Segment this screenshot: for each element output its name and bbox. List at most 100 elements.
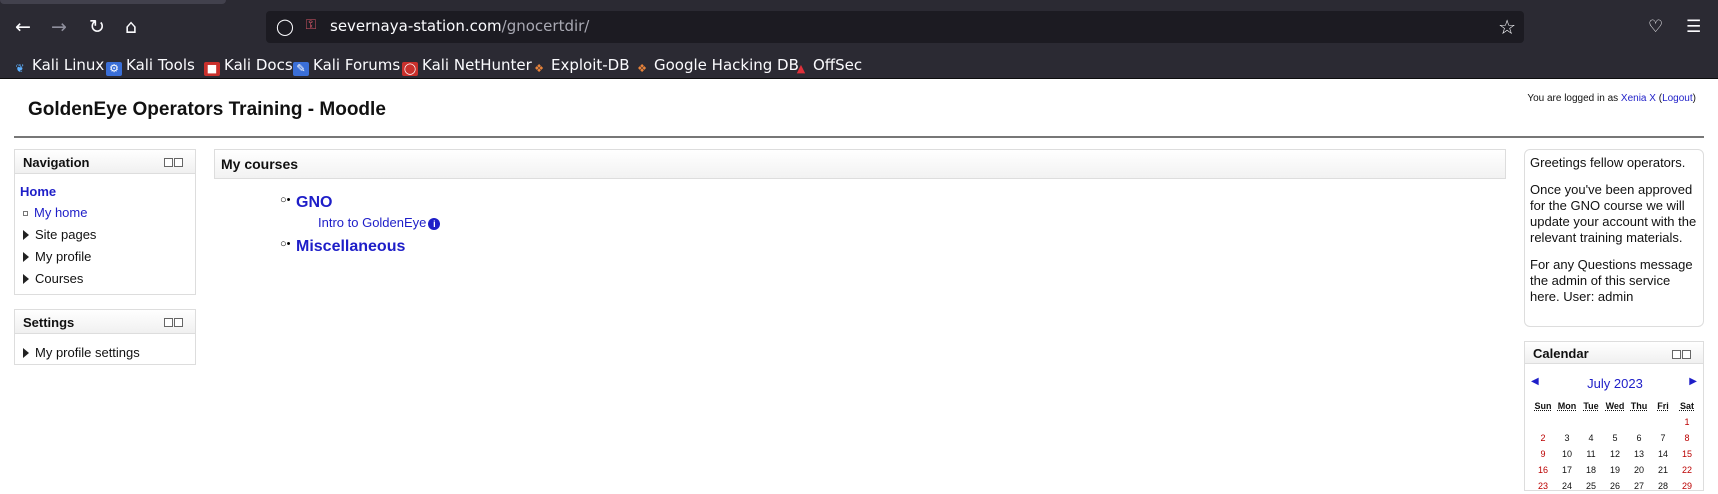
- bookmark-kali-forums[interactable]: ✎ Kali Forums: [293, 52, 400, 79]
- calendar-day[interactable]: 24: [1555, 478, 1579, 494]
- calendar-day[interactable]: 6: [1627, 430, 1651, 446]
- calendar-day[interactable]: 19: [1603, 462, 1627, 478]
- browser-toolbar: ← → ↻ ⌂ ◯ ⚿ severnaya-station.com/gnocer…: [0, 0, 1718, 52]
- calendar-day[interactable]: 23: [1531, 478, 1555, 494]
- bookmark-kali-tools[interactable]: ⚙ Kali Tools: [106, 52, 195, 79]
- calendar-day[interactable]: 22: [1675, 462, 1699, 478]
- category-gno[interactable]: GNO: [296, 194, 332, 212]
- calendar-day[interactable]: 10: [1555, 446, 1579, 462]
- calendar-day[interactable]: 20: [1627, 462, 1651, 478]
- url-bar[interactable]: ◯ ⚿ severnaya-station.com/gnocertdir/ ☆: [266, 11, 1524, 43]
- weekday-sat: Sat: [1679, 401, 1694, 411]
- navigation-block: Navigation Home My home Site pages My pr…: [14, 149, 196, 295]
- weekday-tue: Tue: [1583, 401, 1599, 411]
- calendar-day: [1531, 414, 1555, 430]
- calendar-day[interactable]: 25: [1579, 478, 1603, 494]
- nav-site-pages-label: Site pages: [35, 227, 97, 242]
- bookmark-kali-nethunter[interactable]: ◯ Kali NetHunter: [402, 52, 532, 79]
- next-month-arrow-icon[interactable]: ▶: [1689, 376, 1697, 387]
- calendar-day[interactable]: 8: [1675, 430, 1699, 446]
- calendar-day[interactable]: 16: [1531, 462, 1555, 478]
- nav-courses-label: Courses: [35, 271, 84, 286]
- nav-my-home[interactable]: My home: [21, 205, 87, 220]
- settings-my-profile[interactable]: My profile settings: [23, 345, 140, 360]
- calendar-day[interactable]: 27: [1627, 478, 1651, 494]
- nav-my-profile[interactable]: My profile: [23, 249, 91, 264]
- kali-forums-icon: ✎: [293, 62, 309, 76]
- calendar-day[interactable]: 18: [1579, 462, 1603, 478]
- weekday-mon: Mon: [1557, 401, 1577, 411]
- nav-home[interactable]: Home: [20, 184, 56, 199]
- calendar-day[interactable]: 1: [1675, 414, 1699, 430]
- dock-icon[interactable]: [174, 318, 183, 327]
- my-courses-header: My courses: [214, 149, 1506, 179]
- shield-icon[interactable]: ◯: [275, 17, 295, 37]
- bookmark-label: Kali NetHunter: [422, 56, 532, 74]
- nav-site-pages[interactable]: Site pages: [23, 227, 96, 242]
- logout-link[interactable]: Logout: [1662, 93, 1693, 104]
- calendar-day[interactable]: 3: [1555, 430, 1579, 446]
- user-link[interactable]: Xenia X: [1621, 93, 1656, 104]
- course-link-label: Intro to GoldenEye: [318, 215, 427, 230]
- info-icon[interactable]: i: [428, 218, 441, 230]
- url-text[interactable]: severnaya-station.com/gnocertdir/: [330, 17, 589, 35]
- collapse-icon[interactable]: [1672, 350, 1681, 359]
- calendar-week: 16 17 18 19 20 21 22: [1531, 462, 1699, 478]
- calendar-day[interactable]: 26: [1603, 478, 1627, 494]
- category-miscellaneous[interactable]: Miscellaneous: [296, 238, 405, 256]
- calendar-day[interactable]: 5: [1603, 430, 1627, 446]
- weekday-thu: Thu: [1630, 401, 1648, 411]
- menu-icon[interactable]: ☰: [1686, 12, 1701, 42]
- offsec-icon: ▲: [796, 62, 806, 75]
- collapse-icon[interactable]: [164, 318, 173, 327]
- exploit-db-icon: ❖: [534, 62, 544, 75]
- pocket-icon[interactable]: ♡: [1648, 12, 1663, 42]
- navigation-header: Navigation: [15, 150, 195, 174]
- calendar-day[interactable]: 11: [1579, 446, 1603, 462]
- calendar-day[interactable]: 4: [1579, 430, 1603, 446]
- calendar-day[interactable]: 9: [1531, 446, 1555, 462]
- settings-header: Settings: [15, 310, 195, 334]
- course-intro-goldeneye[interactable]: Intro to GoldenEye i: [318, 215, 441, 230]
- reload-icon[interactable]: ↻: [82, 12, 112, 42]
- greeting-approval-text: Once you've been approved for the GNO co…: [1530, 182, 1697, 245]
- calendar-day[interactable]: 17: [1555, 462, 1579, 478]
- settings-title: Settings: [23, 315, 75, 330]
- bookmark-offsec[interactable]: ▲ OffSec: [793, 52, 862, 79]
- calendar-day: [1579, 414, 1603, 430]
- active-tab[interactable]: [0, 0, 226, 4]
- dock-icon[interactable]: [174, 158, 183, 167]
- home-icon[interactable]: ⌂: [116, 12, 146, 42]
- dock-icon[interactable]: [1682, 350, 1691, 359]
- calendar-day: [1603, 414, 1627, 430]
- calendar-day[interactable]: 14: [1651, 446, 1675, 462]
- collapse-icon[interactable]: [164, 158, 173, 167]
- calendar-block: Calendar ◀ July 2023 ▶ Sun Mon Tue Wed T…: [1524, 341, 1704, 491]
- calendar-day[interactable]: 12: [1603, 446, 1627, 462]
- bookmark-exploit-db[interactable]: ❖ Exploit-DB: [531, 52, 630, 79]
- calendar-day[interactable]: 13: [1627, 446, 1651, 462]
- calendar-day: [1555, 414, 1579, 430]
- calendar-day[interactable]: 15: [1675, 446, 1699, 462]
- nethunter-icon: ◯: [402, 62, 418, 76]
- bookmark-star-icon[interactable]: ☆: [1498, 15, 1516, 39]
- category-icon: ○•: [280, 194, 291, 206]
- insecure-lock-icon[interactable]: ⚿: [301, 17, 321, 37]
- calendar-day[interactable]: 2: [1531, 430, 1555, 446]
- forward-arrow-icon[interactable]: →: [44, 12, 74, 42]
- calendar-day[interactable]: 7: [1651, 430, 1675, 446]
- bookmark-kali-docs[interactable]: ■ Kali Docs: [204, 52, 293, 79]
- calendar-month[interactable]: July 2023: [1525, 376, 1705, 391]
- back-arrow-icon[interactable]: ←: [8, 12, 38, 42]
- calendar-day[interactable]: 21: [1651, 462, 1675, 478]
- nav-courses[interactable]: Courses: [23, 271, 83, 286]
- bookmark-kali-linux[interactable]: ❦ Kali Linux: [12, 52, 104, 79]
- ghdb-icon: ❖: [637, 62, 647, 75]
- calendar-day[interactable]: 28: [1651, 478, 1675, 494]
- expand-arrow-icon: [23, 230, 29, 240]
- bookmark-label: Exploit-DB: [551, 56, 630, 74]
- calendar-day[interactable]: 29: [1675, 478, 1699, 494]
- calendar-week: 9 10 11 12 13 14 15: [1531, 446, 1699, 462]
- nav-my-profile-label: My profile: [35, 249, 92, 264]
- bookmark-google-hacking-db[interactable]: ❖ Google Hacking DB: [634, 52, 799, 79]
